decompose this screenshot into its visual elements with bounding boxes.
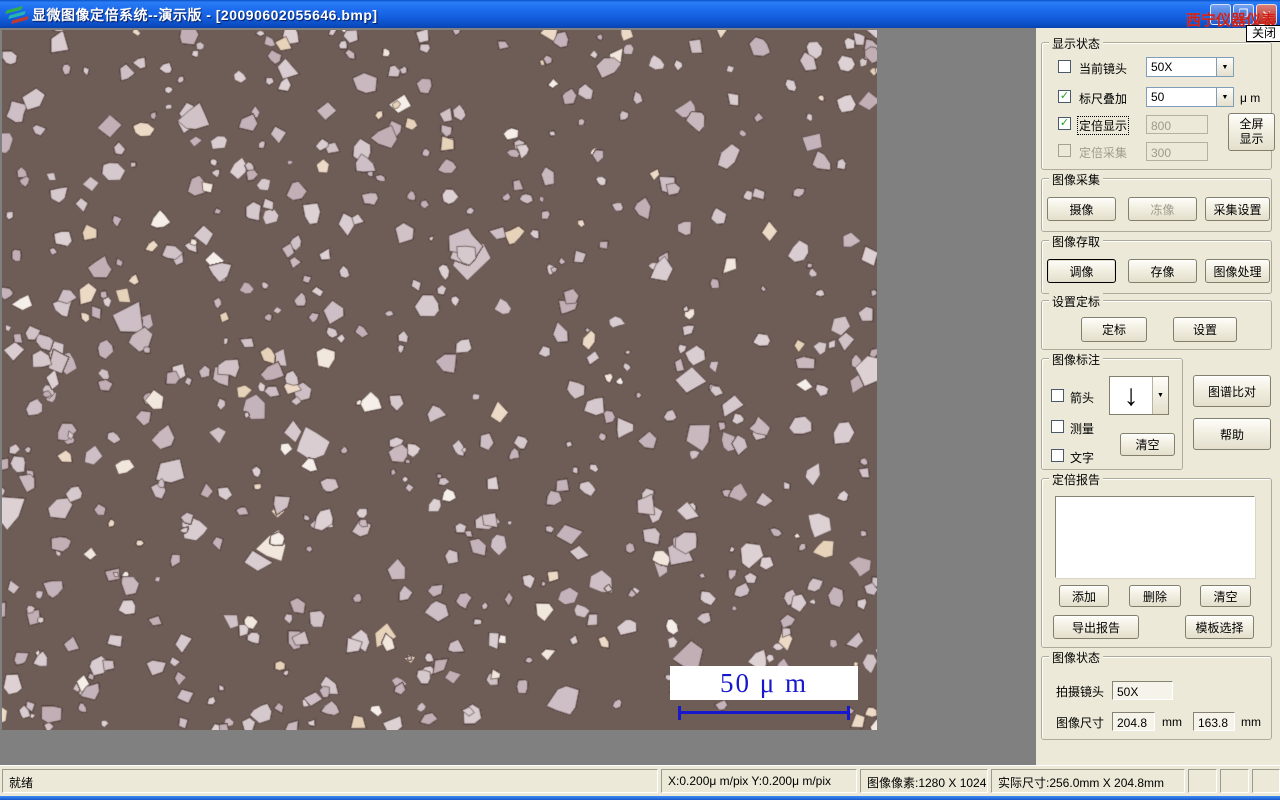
ruler-overlay-label: 标尺叠加 xyxy=(1079,92,1128,106)
micrograph-image[interactable]: 50 μ m xyxy=(2,30,877,730)
freeze-button: 冻像 xyxy=(1128,197,1197,221)
fixed-display-checkbox[interactable]: ✓ xyxy=(1058,117,1071,130)
group-report: 定倍报告 添加 删除 清空 导出报告 模板选择 xyxy=(1041,471,1272,648)
current-lens-label: 当前镜头 xyxy=(1079,62,1128,76)
close-button[interactable]: ✕ xyxy=(1256,4,1277,25)
status-ready: 就绪 xyxy=(2,769,658,793)
title-bar: 显微图像定倍系统--演示版 - [20090602055646.bmp] 西宁仪… xyxy=(0,0,1280,29)
ruler-overlay-checkbox[interactable]: ✓ xyxy=(1058,90,1071,103)
image-width-field[interactable] xyxy=(1112,712,1155,731)
current-lens-combobox[interactable]: 50X ▼ xyxy=(1146,57,1234,77)
status-spare-1 xyxy=(1188,769,1217,793)
fullscreen-button[interactable]: 全屏 显示 xyxy=(1228,113,1275,151)
close-tooltip: 关闭 xyxy=(1246,25,1280,42)
status-resolution: X:0.200μ m/pix Y:0.200μ m/pix xyxy=(661,769,857,793)
arrow-style-combobox[interactable]: ↓ ▼ xyxy=(1109,376,1169,415)
group-display-status-title: 显示状态 xyxy=(1049,35,1104,52)
group-set-calibration-title: 设置定标 xyxy=(1049,293,1104,310)
app-logo-icon xyxy=(5,5,29,25)
ruler-unit-label: μ m xyxy=(1240,91,1261,105)
atlas-compare-button[interactable]: 图谱比对 xyxy=(1193,375,1271,407)
settings-button[interactable]: 设置 xyxy=(1173,317,1237,342)
scale-bar-label-box: 50 μ m xyxy=(670,666,858,700)
group-image-capture: 图像采集 摄像 冻像 采集设置 xyxy=(1041,171,1272,232)
image-width-unit: mm xyxy=(1162,715,1182,729)
scale-bar-line xyxy=(678,706,850,720)
window-title: 显微图像定倍系统--演示版 - [20090602055646.bmp] xyxy=(32,7,378,23)
ruler-value-combobox[interactable]: 50 ▼ xyxy=(1146,87,1234,107)
current-lens-checkbox[interactable]: ✓ xyxy=(1058,60,1071,73)
restore-icon: ❐ xyxy=(1238,8,1249,20)
status-actual-size: 实际尺寸:256.0mm X 204.8mm xyxy=(991,769,1185,793)
chevron-down-icon[interactable]: ▼ xyxy=(1216,58,1233,76)
image-height-field[interactable] xyxy=(1193,712,1235,731)
close-icon: ✕ xyxy=(1261,7,1272,22)
fixed-display-field xyxy=(1146,115,1208,134)
minimize-button[interactable]: _ xyxy=(1210,4,1231,25)
arrow-checkbox-label: 箭头 xyxy=(1070,391,1095,405)
group-image-status: 图像状态 拍摄镜头 图像尺寸 mm mm xyxy=(1041,649,1272,740)
minimize-icon: _ xyxy=(1217,10,1224,22)
calibrate-button[interactable]: 定标 xyxy=(1081,317,1147,342)
control-panel: 显示状态 ✓ 当前镜头 50X ▼ ✓ 标尺叠加 50 ▼ μ m ✓ 定倍显示… xyxy=(1036,28,1280,765)
group-image-status-title: 图像状态 xyxy=(1049,649,1104,666)
shoot-lens-label: 拍摄镜头 xyxy=(1056,685,1105,699)
fixed-capture-field xyxy=(1146,142,1208,161)
help-button[interactable]: 帮助 xyxy=(1193,418,1271,450)
measure-checkbox-label: 测量 xyxy=(1070,422,1095,436)
annotation-clear-button[interactable]: 清空 xyxy=(1120,433,1175,456)
image-size-label: 图像尺寸 xyxy=(1056,716,1105,730)
fixed-capture-label: 定倍采集 xyxy=(1079,146,1128,160)
scale-bar-text: 50 μ m xyxy=(720,667,808,698)
group-display-status: 显示状态 ✓ 当前镜头 50X ▼ ✓ 标尺叠加 50 ▼ μ m ✓ 定倍显示… xyxy=(1041,35,1275,170)
status-image-pixels: 图像像素:1280 X 1024 xyxy=(860,769,988,793)
status-bar: 就绪 X:0.200μ m/pix Y:0.200μ m/pix 图像像素:12… xyxy=(0,765,1280,796)
report-add-button[interactable]: 添加 xyxy=(1059,585,1109,607)
capture-button[interactable]: 摄像 xyxy=(1047,197,1116,221)
status-spare-3 xyxy=(1252,769,1280,793)
report-clear-button[interactable]: 清空 xyxy=(1200,585,1251,607)
status-spare-2 xyxy=(1220,769,1249,793)
report-listbox[interactable] xyxy=(1055,496,1255,578)
capture-settings-button[interactable]: 采集设置 xyxy=(1205,197,1270,221)
chevron-down-icon[interactable]: ▼ xyxy=(1152,377,1168,414)
image-height-unit: mm xyxy=(1241,715,1261,729)
image-processing-button[interactable]: 图像处理 xyxy=(1205,259,1270,283)
load-image-button[interactable]: 调像 xyxy=(1047,259,1116,283)
group-image-storage-title: 图像存取 xyxy=(1049,233,1104,250)
text-checkbox-label: 文字 xyxy=(1070,451,1095,465)
down-arrow-icon: ↓ xyxy=(1123,378,1139,412)
app-window: 显微图像定倍系统--演示版 - [20090602055646.bmp] 西宁仪… xyxy=(0,0,1280,800)
arrow-checkbox[interactable]: ✓ xyxy=(1051,389,1064,402)
window-bottom-border xyxy=(0,796,1280,800)
save-image-button[interactable]: 存像 xyxy=(1128,259,1197,283)
fixed-display-label[interactable]: 定倍显示 xyxy=(1077,116,1130,135)
group-image-capture-title: 图像采集 xyxy=(1049,171,1104,188)
group-image-annotation-title: 图像标注 xyxy=(1049,351,1104,368)
template-select-button[interactable]: 模板选择 xyxy=(1185,615,1254,639)
micrograph-canvas[interactable] xyxy=(2,30,877,730)
chevron-down-icon[interactable]: ▼ xyxy=(1216,88,1233,106)
client-area: 50 μ m 显示状态 ✓ 当前镜头 50X ▼ ✓ 标尺叠加 50 ▼ xyxy=(0,28,1280,765)
group-set-calibration: 设置定标 定标 设置 xyxy=(1041,293,1272,350)
report-delete-button[interactable]: 删除 xyxy=(1129,585,1181,607)
shoot-lens-field[interactable] xyxy=(1112,681,1173,700)
text-checkbox[interactable]: ✓ xyxy=(1051,449,1064,462)
restore-button[interactable]: ❐ xyxy=(1233,4,1254,25)
export-report-button[interactable]: 导出报告 xyxy=(1053,615,1139,639)
measure-checkbox[interactable]: ✓ xyxy=(1051,420,1064,433)
group-image-annotation: 图像标注 ✓ 箭头 ✓ 测量 ✓ 文字 ↓ ▼ 清空 xyxy=(1041,351,1183,470)
fixed-capture-checkbox: ✓ xyxy=(1058,144,1071,157)
group-report-title: 定倍报告 xyxy=(1049,471,1104,488)
group-image-storage: 图像存取 调像 存像 图像处理 xyxy=(1041,233,1272,294)
